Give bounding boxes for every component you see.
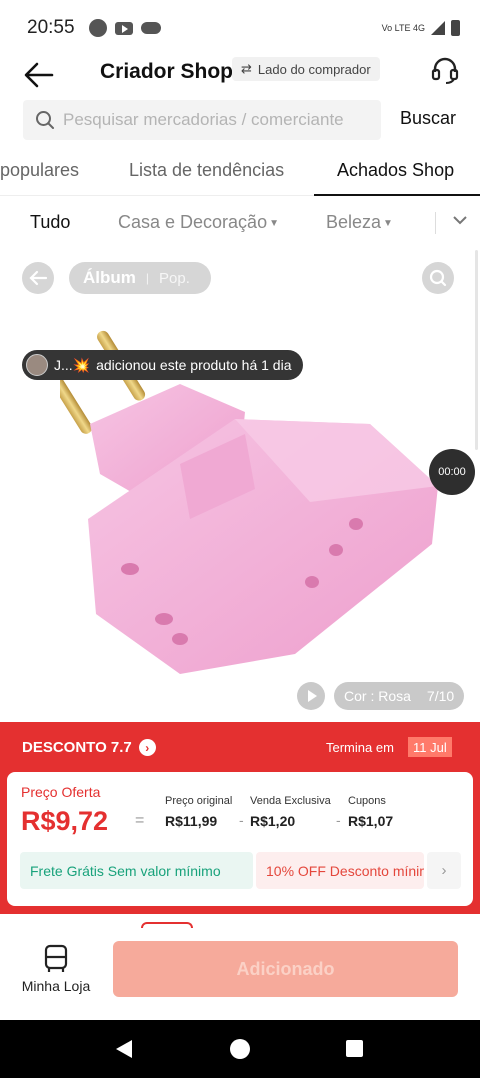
- gallery-search-button[interactable]: [422, 262, 454, 294]
- image-counter: 7/10: [426, 688, 455, 704]
- minus-sign: -: [336, 812, 341, 828]
- chevron-down-icon[interactable]: [450, 210, 470, 230]
- nav-recents-icon[interactable]: [346, 1040, 363, 1057]
- caret-down-icon: ▼: [269, 217, 279, 229]
- album-toggle[interactable]: Álbum | Pop.: [69, 262, 211, 294]
- nav-back-icon[interactable]: [116, 1040, 132, 1058]
- arrow-left-icon: [29, 270, 48, 286]
- price-card: Preço Oferta R$9,72 = Preço original R$1…: [7, 772, 473, 906]
- youtube-icon: [114, 21, 133, 35]
- search-icon: [36, 111, 54, 129]
- signal-icon: [431, 21, 445, 35]
- color-variant-pill[interactable]: Cor : Rosa 7/10: [334, 682, 465, 710]
- coupons-label: Cupons: [348, 795, 386, 807]
- store-icon: [44, 944, 68, 972]
- scrollbar[interactable]: [475, 250, 478, 450]
- offer-price: R$9,72: [21, 806, 109, 836]
- product-gallery[interactable]: Álbum | Pop. J...💥 adicionou este produt…: [0, 244, 480, 722]
- promo-title-label: DESCONTO 7.7: [22, 739, 132, 756]
- tab-achados-shop[interactable]: Achados Shop: [337, 160, 454, 181]
- original-price-label: Preço original: [165, 795, 233, 807]
- bottom-action-bar: Minha Loja Adicionado: [0, 914, 480, 1020]
- notice-text: adicionou este produto há 1 dia: [96, 357, 292, 373]
- pop-label[interactable]: Pop.: [159, 270, 190, 287]
- free-shipping-chip[interactable]: Frete Grátis Sem valor mínimo: [20, 852, 253, 889]
- chevron-right-icon[interactable]: ›: [427, 852, 461, 889]
- cloud-icon: [140, 22, 161, 34]
- category-divider: [435, 212, 436, 234]
- back-arrow-icon[interactable]: [22, 58, 56, 92]
- nav-home-icon[interactable]: [230, 1039, 250, 1059]
- swap-icon: ⇄: [241, 61, 252, 76]
- chevron-right-icon: ›: [138, 739, 156, 756]
- tab-trending-list[interactable]: Lista de tendências: [129, 160, 284, 181]
- added-button[interactable]: Adicionado: [113, 941, 458, 997]
- promo-title[interactable]: DESCONTO 7.7 ›: [22, 739, 156, 756]
- promo-ends-label: Termina em: [326, 740, 394, 755]
- promo-banner: DESCONTO 7.7 › Termina em 11 Jul Preço O…: [0, 722, 480, 914]
- category-beauty[interactable]: Beleza ▼: [326, 212, 393, 233]
- tab-bar: populares Lista de tendências Achados Sh…: [0, 146, 480, 196]
- minus-sign: -: [239, 812, 244, 828]
- promo-end-date: 11 Jul: [408, 737, 452, 757]
- tab-populares[interactable]: populares: [0, 160, 79, 181]
- offer-price-label: Preço Oferta: [21, 784, 101, 800]
- notification-dot-icon: [88, 19, 107, 37]
- network-label: Vo LTE 4G: [381, 22, 425, 33]
- search-box[interactable]: [23, 100, 381, 140]
- notice-user: J...💥: [54, 356, 91, 373]
- active-tab-indicator: [314, 194, 480, 196]
- my-store-label: Minha Loja: [21, 978, 91, 994]
- category-home-decor[interactable]: Casa e Decoração ▼: [118, 212, 279, 233]
- activity-notice: J...💥 adicionou este produto há 1 dia: [22, 350, 304, 380]
- exclusive-sale-label: Venda Exclusiva: [250, 795, 331, 807]
- caret-down-icon: ▼: [383, 217, 393, 229]
- pill-separator: |: [145, 271, 150, 285]
- battery-icon: [451, 20, 460, 36]
- exclusive-sale-value: R$1,20: [250, 813, 296, 829]
- system-nav-bar: [0, 1020, 480, 1078]
- search-icon: [429, 269, 447, 287]
- search-input[interactable]: [63, 110, 373, 130]
- my-store-button[interactable]: Minha Loja: [20, 944, 92, 1000]
- category-beauty-label: Beleza: [326, 212, 382, 232]
- buyer-mode-label: Lado do comprador: [257, 61, 371, 77]
- discount-chip[interactable]: 10% OFF Desconto mínimo: [256, 852, 424, 889]
- top-nav: Criador Shop ⇄ Lado do comprador: [0, 56, 480, 100]
- search-row: Buscar: [0, 100, 480, 140]
- search-button[interactable]: Buscar: [400, 108, 456, 129]
- status-bar: 20:55 Vo LTE 4G: [0, 0, 480, 56]
- video-timer[interactable]: 00:00: [429, 449, 475, 495]
- peek-tab: [141, 922, 193, 928]
- category-home-decor-label: Casa e Decoração: [118, 212, 268, 232]
- original-price-value: R$11,99: [165, 813, 218, 829]
- status-time: 20:55: [27, 17, 75, 38]
- category-all-label: Tudo: [30, 212, 71, 232]
- page-title: Criador Shop: [100, 60, 234, 83]
- album-label[interactable]: Álbum: [83, 268, 136, 288]
- status-right: Vo LTE 4G: [382, 20, 460, 36]
- avatar: [26, 354, 48, 376]
- category-all[interactable]: Tudo: [30, 212, 70, 233]
- coupons-value: R$1,07: [348, 813, 394, 829]
- category-filter-bar: Tudo Casa e Decoração ▼ Beleza ▼: [0, 200, 480, 244]
- buyer-mode-chip[interactable]: ⇄ Lado do comprador: [232, 57, 380, 81]
- color-label: Cor : Rosa: [344, 688, 411, 704]
- headset-icon[interactable]: [430, 56, 460, 84]
- equals-sign: =: [135, 812, 145, 829]
- gallery-back-button[interactable]: [22, 262, 54, 294]
- play-icon[interactable]: [297, 682, 325, 710]
